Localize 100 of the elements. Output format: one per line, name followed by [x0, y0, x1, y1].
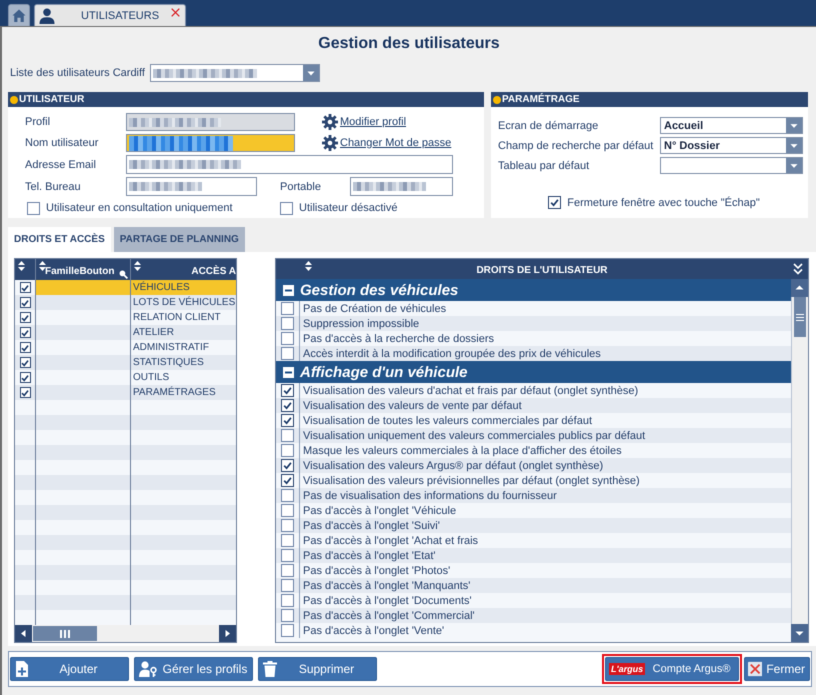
checkbox[interactable] [20, 282, 30, 293]
checkbox[interactable] [281, 302, 294, 315]
table-row[interactable]: OUTILS [15, 370, 236, 385]
vertical-scrollbar[interactable] [791, 279, 808, 642]
collapse-icon[interactable] [283, 284, 294, 296]
checkbox[interactable] [281, 579, 294, 592]
close-icon[interactable] [171, 8, 180, 17]
checkbox[interactable] [548, 196, 562, 209]
checkbox[interactable] [281, 414, 294, 427]
sort-icon[interactable] [305, 261, 312, 271]
checkbox[interactable] [281, 564, 294, 577]
checkbox[interactable] [281, 459, 294, 472]
input-field[interactable] [126, 177, 257, 196]
section-tab[interactable]: DROITS ET ACCÈS [8, 227, 111, 252]
table-row[interactable]: ADMINISTRATIF [15, 340, 236, 355]
close-icon [748, 660, 762, 678]
person-key-icon [139, 661, 158, 677]
users-tab[interactable]: UTILISATEURS [34, 4, 186, 26]
close-button[interactable]: Fermer [744, 657, 810, 681]
checkbox[interactable] [281, 594, 294, 607]
table-cell-text: Pas d'accès à l'onglet 'Manquants' [302, 580, 470, 592]
change-password-link[interactable]: Changer Mot de passe [340, 137, 452, 149]
checkbox[interactable] [281, 347, 294, 360]
checkbox[interactable] [27, 202, 40, 214]
scroll-down-icon[interactable] [791, 624, 808, 642]
checkbox[interactable] [281, 444, 294, 457]
input-field[interactable] [126, 134, 295, 152]
argus-account-button[interactable]: L'argus Compte Argus® [605, 657, 739, 681]
table-cell-text: Pas d'accès à l'onglet 'Etat' [302, 550, 436, 562]
checkbox[interactable] [281, 504, 294, 517]
table-row[interactable]: PARAMÉTRAGES [15, 385, 236, 400]
checkbox[interactable] [20, 327, 30, 338]
table-cell-text: Pas d'accès à l'onglet 'Suivi' [302, 520, 440, 532]
checkbox[interactable] [281, 384, 294, 397]
field-label: Champ de recherche par défaut [498, 140, 654, 152]
checkbox[interactable] [20, 342, 30, 353]
table-cell-text: Pas de Création de véhicules [302, 302, 446, 314]
bullet-icon [493, 96, 501, 104]
select-field[interactable]: N° Dossier [660, 137, 803, 154]
collapse-icon[interactable] [283, 366, 294, 378]
home-tab[interactable] [8, 4, 30, 26]
field-label: Tel. Bureau [25, 180, 82, 192]
checkbox[interactable] [20, 387, 30, 398]
column-header[interactable]: DROITS DE L'UTILISATEUR [476, 265, 608, 276]
checkbox[interactable] [20, 312, 30, 323]
scroll-up-icon[interactable] [791, 279, 808, 297]
table-row[interactable]: LOTS DE VÉHICULES [15, 295, 236, 310]
checkbox[interactable] [281, 429, 294, 442]
column-header[interactable]: FamilleBouton [45, 266, 114, 277]
checkbox[interactable] [281, 519, 294, 532]
panel-title: PARAMÉTRAGE [502, 94, 580, 105]
table-cell-text: Pas d'accès à l'onglet 'Achat et frais [302, 534, 478, 546]
table-cell-text: LOTS DE VÉHICULES [132, 295, 236, 310]
manage-profiles-button[interactable]: Gérer les profils [134, 657, 253, 681]
search-icon[interactable] [119, 270, 128, 279]
field-label: Nom utilisateur [25, 137, 100, 149]
double-chevron-down-icon[interactable] [793, 263, 803, 275]
checkbox[interactable] [281, 609, 294, 622]
checkbox[interactable] [281, 624, 294, 637]
checkbox[interactable] [20, 297, 30, 308]
sort-icon[interactable] [39, 261, 46, 271]
group-header[interactable]: Gestion des véhicules [276, 279, 791, 301]
checkbox[interactable] [20, 372, 30, 383]
table-cell-text: Visualisation des valeurs d'achat et frais par défaut (onglet synthèse) [302, 384, 638, 396]
modify-profile-link[interactable]: Modifier profil [340, 116, 406, 128]
input-field[interactable] [126, 155, 453, 174]
checkbox[interactable] [281, 317, 294, 330]
checkbox[interactable] [281, 489, 294, 502]
sort-icon[interactable] [18, 261, 25, 271]
checkbox[interactable] [281, 399, 294, 412]
checkbox[interactable] [281, 549, 294, 562]
table-cell-text: Visualisation des valeurs de vente par défaut [302, 400, 522, 412]
select-field[interactable]: Accueil [660, 117, 803, 134]
group-header[interactable]: Affichage d'un véhicule [276, 361, 791, 383]
scrollbar-thumb[interactable] [794, 297, 806, 337]
bullet-icon [10, 96, 18, 104]
table-row[interactable]: ATELIER [15, 325, 236, 340]
table-cell: VÉHICULES [131, 280, 236, 295]
field-label: Liste des utilisateurs Cardiff [10, 67, 145, 79]
gear-icon[interactable] [322, 135, 338, 151]
column-header[interactable]: ACCÈS A [191, 266, 236, 277]
delete-button[interactable]: Supprimer [258, 657, 377, 681]
gear-icon[interactable] [322, 114, 338, 130]
table-cell-text: OUTILS [132, 371, 170, 385]
checkbox[interactable] [281, 332, 294, 345]
table-row[interactable]: RELATION CLIENT [15, 310, 236, 325]
sort-icon[interactable] [134, 261, 141, 271]
table-cell-text: Visualisation des valeurs Argus® par défaut (onglet synthèse) [302, 460, 604, 472]
add-button[interactable]: Ajouter [10, 657, 129, 681]
scrollbar-thumb[interactable] [33, 626, 97, 641]
checkbox[interactable] [281, 474, 294, 487]
input-field[interactable] [350, 177, 453, 196]
checkbox[interactable] [281, 534, 294, 547]
section-tab[interactable]: PARTAGE DE PLANNING [114, 227, 245, 252]
user-dropdown[interactable] [150, 64, 320, 82]
table-row[interactable]: VÉHICULES [15, 280, 236, 295]
checkbox[interactable] [20, 357, 30, 368]
table-row[interactable]: STATISTIQUES [15, 355, 236, 370]
checkbox[interactable] [280, 202, 293, 214]
select-field[interactable] [660, 157, 803, 174]
